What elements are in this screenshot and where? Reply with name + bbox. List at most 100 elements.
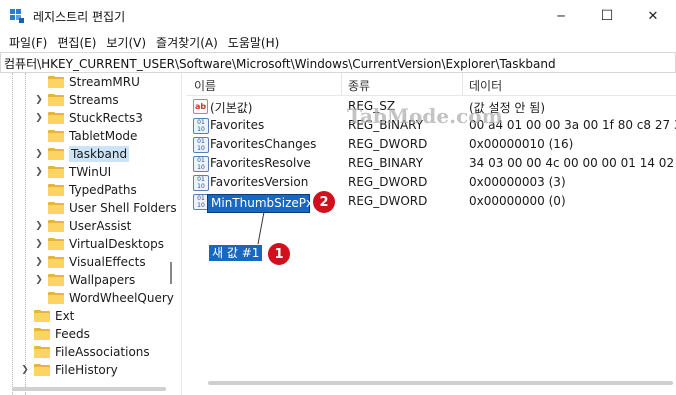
chevron-right-icon[interactable]: ❯ (34, 257, 44, 267)
folder-icon (34, 364, 51, 376)
tree-item[interactable]: ❯ TWinUI (34, 163, 111, 181)
binary-value-icon: 01 10 (193, 137, 209, 153)
tree-item[interactable]: ❯ VirtualDesktops (34, 235, 164, 253)
folder-icon (48, 166, 65, 178)
tree-guide-line (12, 73, 13, 395)
value-data: 0x00000000 (0) (469, 194, 566, 208)
chevron-right-icon[interactable]: ❯ (34, 221, 44, 231)
tree-item[interactable]: FileAssociations (20, 343, 150, 361)
menu-view[interactable]: 보기(V) (105, 34, 147, 51)
expand-spacer (34, 203, 44, 213)
column-divider[interactable] (341, 73, 342, 95)
value-name: FavoritesVersion (210, 175, 309, 189)
tree-item[interactable]: StreamMRU (34, 73, 140, 91)
chevron-right-icon[interactable]: ❯ (34, 95, 44, 105)
chevron-right-icon[interactable]: ❯ (34, 239, 44, 249)
folder-icon (48, 256, 65, 268)
tree-item[interactable]: ❯ Streams (34, 91, 118, 109)
rename-edit-text[interactable]: MinThumbSizePx (211, 196, 313, 210)
tree-item-label: StreamMRU (69, 75, 140, 89)
folder-icon (48, 202, 65, 214)
folder-icon (48, 184, 65, 196)
address-path[interactable]: 컴퓨터\HKEY_CURRENT_USER\Software\Microsoft… (4, 55, 556, 72)
menu-favorites[interactable]: 즐겨찾기(A) (155, 34, 219, 51)
folder-icon (48, 274, 65, 286)
value-name: Favorites (210, 118, 265, 132)
tree-item-label: VisualEffects (69, 255, 146, 269)
tree-item[interactable]: WordWheelQuery (34, 289, 174, 307)
binary-value-icon: 01 10 (193, 118, 209, 134)
address-bar[interactable]: 컴퓨터\HKEY_CURRENT_USER\Software\Microsoft… (0, 52, 676, 73)
maximize-icon: ☐ (600, 8, 614, 24)
column-header-data[interactable]: 데이터 (469, 77, 502, 94)
chevron-right-icon[interactable]: ❯ (34, 149, 44, 159)
tree-item[interactable]: TabletMode (34, 127, 137, 145)
tree-item[interactable]: User Shell Folders (34, 199, 177, 217)
folder-icon (34, 310, 51, 322)
minimize-button[interactable]: ─ (538, 0, 584, 32)
chevron-right-icon[interactable]: ❯ (34, 275, 44, 285)
folder-icon (48, 130, 65, 142)
chevron-right-icon[interactable]: ❯ (20, 365, 30, 375)
tree-item[interactable]: ❯ UserAssist (34, 217, 131, 235)
key-tree-pane[interactable]: StreamMRU ❯ Streams ❯ StuckRects3 Tablet… (0, 73, 182, 395)
folder-icon (34, 346, 51, 358)
value-type: REG_BINARY (348, 156, 424, 170)
tree-item[interactable]: Ext (20, 307, 74, 325)
tree-item-label: VirtualDesktops (69, 237, 164, 251)
tree-item[interactable]: TypedPaths (34, 181, 137, 199)
expand-spacer (34, 131, 44, 141)
chevron-right-icon[interactable]: ❯ (34, 167, 44, 177)
tree-item-label: FileHistory (55, 363, 118, 377)
value-type: REG_DWORD (348, 194, 428, 208)
column-header-type[interactable]: 종류 (348, 77, 370, 94)
tree-item-label: UserAssist (69, 219, 132, 233)
value-row[interactable]: 01 10 FavoritesVersion REG_DWORD 0x000000… (186, 173, 676, 192)
tree-item-label: FileAssociations (55, 345, 150, 359)
close-button[interactable]: ✕ (630, 0, 676, 32)
menu-edit[interactable]: 편집(E) (56, 34, 97, 51)
value-row[interactable]: 01 10 FavoritesChanges REG_DWORD 0x000000… (186, 135, 676, 154)
tree-item-label: Feeds (55, 327, 90, 341)
value-name: FavoritesResolve (210, 156, 311, 170)
tree-item-label: Taskband (69, 146, 130, 162)
column-header-name[interactable]: 이름 (194, 77, 216, 94)
value-data: 0x00000010 (16) (469, 137, 574, 151)
folder-icon (34, 328, 51, 340)
title-bar: 레지스트리 편집기 ─ ☐ ✕ (0, 0, 676, 32)
value-row[interactable]: 01 10 FavoritesResolve REG_BINARY 34 03 0… (186, 154, 676, 173)
tree-item-label: StuckRects3 (69, 111, 143, 125)
tree-vertical-scrollbar[interactable] (170, 262, 172, 284)
menu-help[interactable]: 도움말(H) (227, 34, 281, 51)
chevron-right-icon[interactable]: ❯ (34, 113, 44, 123)
tree-item-selected[interactable]: ❯ Taskband (34, 145, 130, 163)
list-horizontal-scrollbar[interactable] (208, 381, 673, 385)
window-title: 레지스트리 편집기 (33, 10, 126, 24)
value-data: 0x00000003 (3) (469, 175, 566, 189)
value-data: 34 03 00 00 4c 00 00 00 01 14 02 0 (469, 156, 676, 170)
folder-icon (48, 94, 65, 106)
binary-value-icon: 01 10 (193, 156, 209, 172)
menu-file[interactable]: 파일(F) (8, 34, 48, 51)
tree-item[interactable]: ❯ FileHistory (20, 361, 118, 379)
value-type: REG_DWORD (348, 137, 428, 151)
tree-item-label: WordWheelQuery (69, 291, 174, 305)
tree-item-label: Wallpapers (69, 273, 136, 287)
expand-spacer (20, 329, 30, 339)
step-badge-2: 2 (313, 191, 335, 213)
rename-edit-box[interactable]: MinThumbSizePx (207, 194, 313, 213)
tree-item[interactable]: Feeds (20, 325, 90, 343)
maximize-button[interactable]: ☐ (584, 0, 630, 32)
column-divider[interactable] (462, 73, 463, 95)
step-badge-1: 1 (268, 243, 290, 265)
tree-item-label: TypedPaths (69, 183, 137, 197)
folder-icon (48, 220, 65, 232)
string-value-icon: ab (193, 99, 208, 114)
tree-item[interactable]: ❯ VisualEffects (34, 253, 146, 271)
expand-spacer (20, 347, 30, 357)
folder-icon (48, 148, 65, 160)
tree-item[interactable]: ❯ Wallpapers (34, 271, 135, 289)
new-value-label: 새 값 #1 (209, 245, 263, 261)
tree-item[interactable]: ❯ StuckRects3 (34, 109, 143, 127)
tree-horizontal-scrollbar[interactable] (12, 387, 166, 391)
